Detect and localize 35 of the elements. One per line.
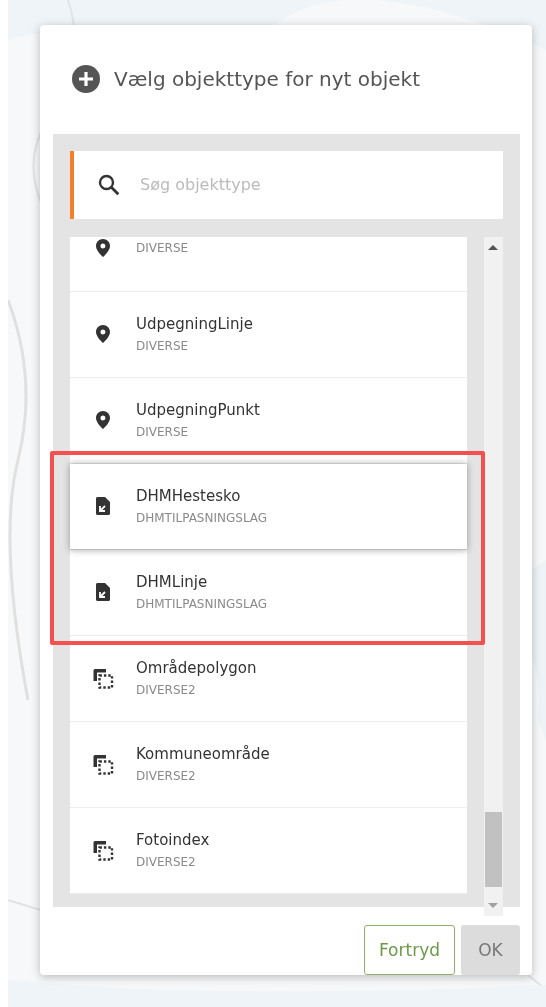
object-type-item[interactable]: DHMHestesko DHMTILPASNINGSLAG (70, 463, 467, 550)
type-category: DIVERSE (136, 241, 189, 255)
object-type-item[interactable]: UdpegningLinje DIVERSE (70, 291, 467, 378)
object-type-item[interactable]: UdpegningPunkt DIVERSE (70, 377, 467, 464)
map-pin-icon (96, 239, 110, 257)
map-pin-icon (96, 325, 110, 343)
type-name: Områdepolygon (136, 659, 257, 677)
type-category: DIVERSE2 (136, 855, 197, 869)
polygon-icon (92, 667, 114, 689)
add-icon (72, 65, 100, 94)
type-name: Kommuneområde (136, 745, 270, 763)
file-icon (96, 497, 110, 515)
object-type-item[interactable]: Fotoindex DIVERSE2 (70, 807, 467, 894)
type-name: DHMHestesko (136, 487, 242, 505)
type-name: UdpegningLinje (136, 315, 253, 333)
type-name: Fotoindex (136, 831, 210, 849)
object-type-item[interactable]: Kommuneområde DIVERSE2 (70, 721, 467, 808)
type-category: DIVERSE2 (136, 769, 197, 783)
type-name: UdpegningPunkt (136, 401, 260, 419)
object-type-item[interactable]: DHMLinje DHMTILPASNINGSLAG (70, 549, 467, 636)
dialog-title: Vælg objekttype for nyt objekt (114, 67, 420, 92)
type-name: DHMLinje (136, 573, 209, 591)
type-category: DHMTILPASNINGSLAG (136, 511, 268, 525)
map-pin-icon (96, 411, 110, 429)
type-category: DIVERSE (136, 425, 190, 439)
polygon-icon (92, 839, 114, 861)
file-icon (96, 583, 110, 601)
type-category: DIVERSE2 (136, 683, 197, 697)
polygon-icon (92, 753, 114, 775)
object-type-item[interactable]: DIVERSE (70, 236, 467, 292)
scrollbar[interactable] (483, 236, 503, 916)
search-icon (98, 173, 120, 196)
type-category: DIVERSE (136, 339, 190, 353)
object-type-item[interactable]: Områdepolygon DIVERSE2 (70, 635, 467, 722)
type-category: DHMTILPASNINGSLAG (136, 597, 268, 611)
